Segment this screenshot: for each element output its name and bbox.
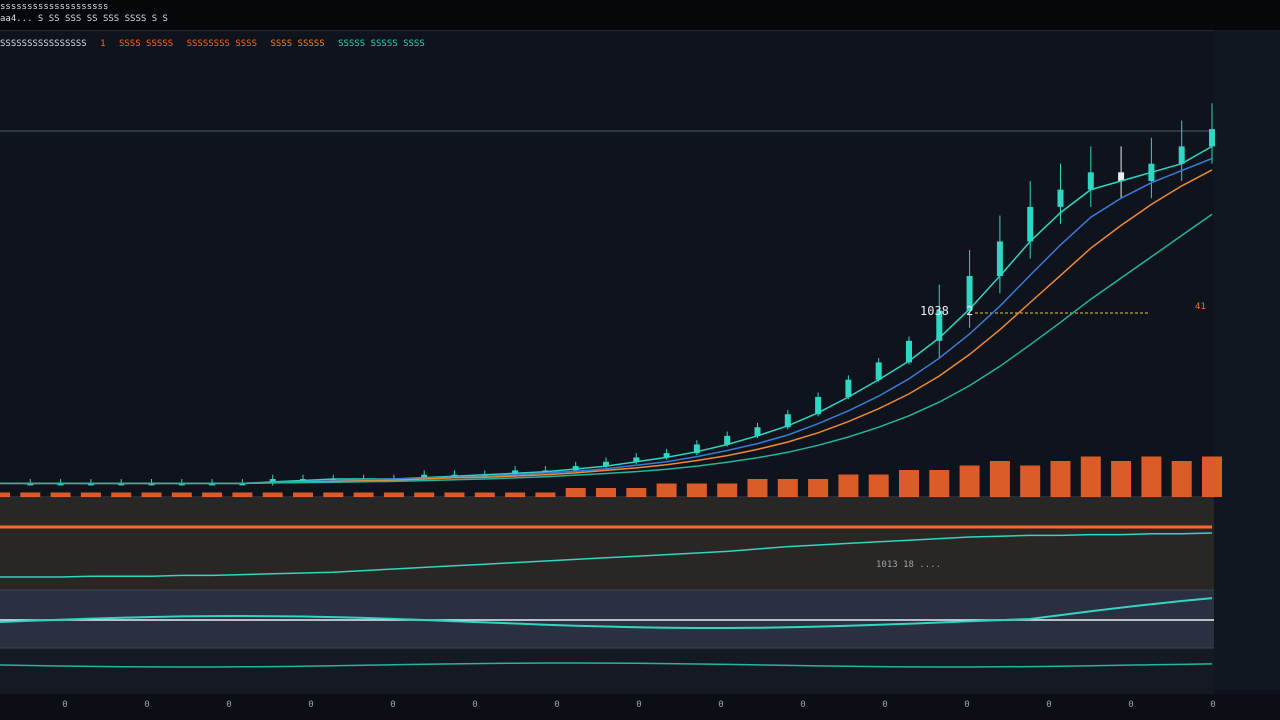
x-tick-label: 0 bbox=[554, 700, 560, 710]
lower-panel-bg bbox=[0, 648, 1214, 694]
volume-bar bbox=[808, 479, 829, 497]
x-tick-label: 0 bbox=[964, 700, 970, 710]
right-marker: 41 bbox=[1195, 302, 1206, 312]
volume-bar bbox=[747, 479, 768, 497]
volume-bar bbox=[777, 479, 798, 497]
x-tick-label: 0 bbox=[144, 700, 150, 710]
price-marker-suffix: 2 bbox=[966, 304, 974, 318]
volume-bar bbox=[80, 492, 101, 497]
x-tick-label: 0 bbox=[800, 700, 806, 710]
volume-bar bbox=[1111, 461, 1132, 497]
x-tick-label: 0 bbox=[308, 700, 314, 710]
x-tick-label: 0 bbox=[62, 700, 68, 710]
volume-bar bbox=[1171, 461, 1192, 497]
candle-body bbox=[845, 379, 852, 397]
candle-body bbox=[996, 241, 1003, 276]
volume-bar bbox=[474, 492, 495, 497]
volume-bar bbox=[505, 492, 526, 497]
volume-bar bbox=[626, 488, 647, 497]
volume-bar bbox=[717, 483, 738, 497]
volume-bar bbox=[1141, 456, 1162, 497]
volume-bar bbox=[353, 492, 374, 497]
price-marker-value: 1038 bbox=[920, 304, 949, 318]
volume-bar bbox=[232, 492, 253, 497]
candle-body bbox=[1178, 146, 1185, 164]
volume-bar bbox=[293, 492, 313, 497]
chart-screen: ssssssssssssssssssss aa4... S SS SSS SS … bbox=[0, 0, 1280, 720]
volume-bar bbox=[656, 483, 677, 497]
volume-bar bbox=[50, 492, 71, 497]
x-tick-label: 0 bbox=[636, 700, 642, 710]
volume-bar bbox=[0, 492, 10, 497]
volume-bar bbox=[929, 470, 950, 497]
chart-canvas[interactable] bbox=[0, 0, 1280, 720]
volume-bar bbox=[141, 492, 162, 497]
candle-body bbox=[1087, 172, 1094, 190]
volume-bar bbox=[383, 492, 404, 497]
volume-bar bbox=[262, 492, 283, 497]
volume-bar bbox=[959, 465, 980, 497]
volume-bar bbox=[1050, 461, 1071, 497]
x-tick-label: 0 bbox=[1046, 700, 1052, 710]
volume-bar bbox=[838, 474, 859, 497]
x-tick-label: 0 bbox=[718, 700, 724, 710]
volume-bar bbox=[323, 492, 344, 497]
x-tick-label: 0 bbox=[472, 700, 478, 710]
volume-bar bbox=[202, 492, 223, 497]
volume-bar bbox=[1080, 456, 1101, 497]
oscillator-panel-bg bbox=[0, 498, 1214, 590]
volume-bar bbox=[171, 492, 192, 497]
volume-bar bbox=[565, 488, 586, 497]
x-tick-label: 0 bbox=[882, 700, 888, 710]
volume-bar bbox=[1020, 465, 1041, 497]
volume-bar bbox=[111, 492, 132, 497]
x-tick-label: 0 bbox=[1128, 700, 1134, 710]
oscillator-label: 1013 18 .... bbox=[876, 560, 942, 570]
volume-bar bbox=[414, 492, 435, 497]
candle-body bbox=[1057, 189, 1064, 207]
volume-bar bbox=[686, 483, 707, 497]
candle-body bbox=[1027, 206, 1034, 242]
x-tick-label: 0 bbox=[390, 700, 396, 710]
x-tick-label: 0 bbox=[226, 700, 232, 710]
candle-body bbox=[1209, 129, 1215, 147]
volume-bar bbox=[899, 470, 919, 497]
volume-bar bbox=[20, 492, 41, 497]
x-tick-label: 0 bbox=[1210, 700, 1216, 710]
volume-bar bbox=[535, 492, 556, 497]
volume-bar bbox=[868, 474, 889, 497]
volume-bar bbox=[1202, 456, 1222, 497]
volume-bar bbox=[596, 488, 616, 497]
volume-bar bbox=[989, 461, 1010, 497]
volume-bar bbox=[444, 492, 465, 497]
candle-body bbox=[875, 362, 882, 380]
main-panel-bg bbox=[0, 58, 1214, 498]
price-marker-label: 1038 2 bbox=[920, 304, 973, 318]
